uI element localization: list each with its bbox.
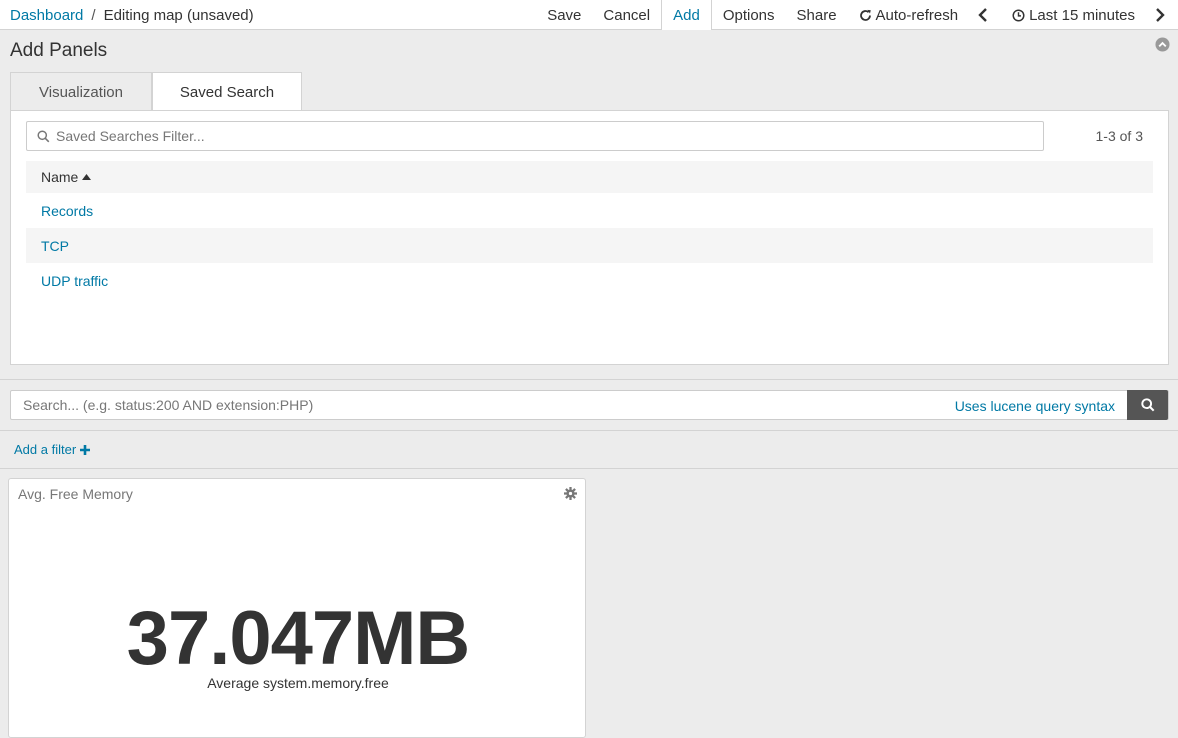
chevron-up-circle-icon [1155, 37, 1170, 52]
saved-search-filter [26, 121, 1044, 151]
query-bar: Uses lucene query syntax [0, 380, 1178, 431]
metric-label: Average system.memory.free [207, 675, 389, 691]
gear-icon [564, 487, 577, 500]
query-input[interactable] [23, 397, 943, 413]
breadcrumb-dashboard-link[interactable]: Dashboard [10, 7, 83, 24]
tab-visualization[interactable]: Visualization [10, 72, 152, 111]
search-icon [1140, 398, 1154, 412]
add-panels-tabs: Visualization Saved Search [10, 72, 302, 112]
add-panels-title: Add Panels [10, 40, 108, 61]
refresh-icon [859, 9, 871, 21]
auto-refresh-label: Auto-refresh [875, 6, 959, 24]
breadcrumb-separator: / [91, 6, 96, 24]
add-panels-section: Add Panels Visualization Saved Search 1-… [0, 30, 1178, 380]
collapse-panel-button[interactable] [1155, 37, 1170, 55]
column-header-label: Name [41, 169, 79, 185]
column-header-name[interactable]: Name [26, 161, 1153, 193]
query-submit-button[interactable] [1127, 390, 1168, 420]
tab-saved-search[interactable]: Saved Search [152, 72, 302, 112]
saved-search-link[interactable]: TCP [41, 238, 69, 254]
table-row: Records [26, 193, 1153, 228]
top-nav-bar: Dashboard / Editing map (unsaved) Save C… [0, 0, 1178, 31]
add-button[interactable]: Add [661, 0, 712, 31]
search-icon [37, 129, 50, 142]
auto-refresh-button[interactable]: Auto-refresh [848, 0, 970, 30]
saved-search-link[interactable]: UDP traffic [41, 273, 108, 289]
metric-panel: Avg. Free Memory 37.047MB Average system… [8, 478, 586, 738]
share-button[interactable]: Share [786, 0, 848, 30]
plus-icon [80, 444, 91, 455]
breadcrumb-current: Editing map (unsaved) [103, 6, 254, 24]
time-forward-button[interactable] [1146, 0, 1178, 30]
top-menu: Save Cancel Add Options Share Auto-refre… [536, 0, 1178, 31]
chevron-left-icon [978, 8, 987, 22]
panel-options-button[interactable] [564, 487, 577, 503]
results-count: 1-3 of 3 [1095, 128, 1143, 144]
breadcrumb: Dashboard / Editing map (unsaved) [10, 0, 254, 30]
add-filter-label: Add a filter [14, 442, 77, 457]
table-row: TCP [26, 228, 1153, 263]
saved-search-table: Name Records TCP UDP traffic [26, 161, 1153, 298]
sort-ascending-icon [82, 174, 92, 180]
panel-title: Avg. Free Memory [18, 486, 133, 502]
options-button[interactable]: Options [712, 0, 786, 30]
filter-bar: Add a filter [0, 431, 1178, 469]
saved-search-filter-input[interactable] [56, 128, 1016, 144]
chevron-right-icon [1156, 8, 1165, 22]
time-picker-button[interactable]: Last 15 minutes [1001, 0, 1146, 30]
table-row: UDP traffic [26, 263, 1153, 298]
metric-value: 37.047MB [126, 596, 471, 681]
time-back-button[interactable] [969, 0, 1001, 30]
add-filter-button[interactable]: Add a filter [14, 442, 91, 457]
clock-icon [1012, 8, 1025, 22]
saved-search-panel: 1-3 of 3 Name Records TCP UDP traffic [10, 110, 1169, 365]
cancel-button[interactable]: Cancel [592, 0, 661, 30]
query-wrapper: Uses lucene query syntax [10, 390, 1169, 420]
saved-search-link[interactable]: Records [41, 203, 93, 219]
time-range-label: Last 15 minutes [1029, 6, 1135, 24]
save-button[interactable]: Save [536, 0, 592, 30]
lucene-syntax-link[interactable]: Uses lucene query syntax [955, 398, 1115, 414]
